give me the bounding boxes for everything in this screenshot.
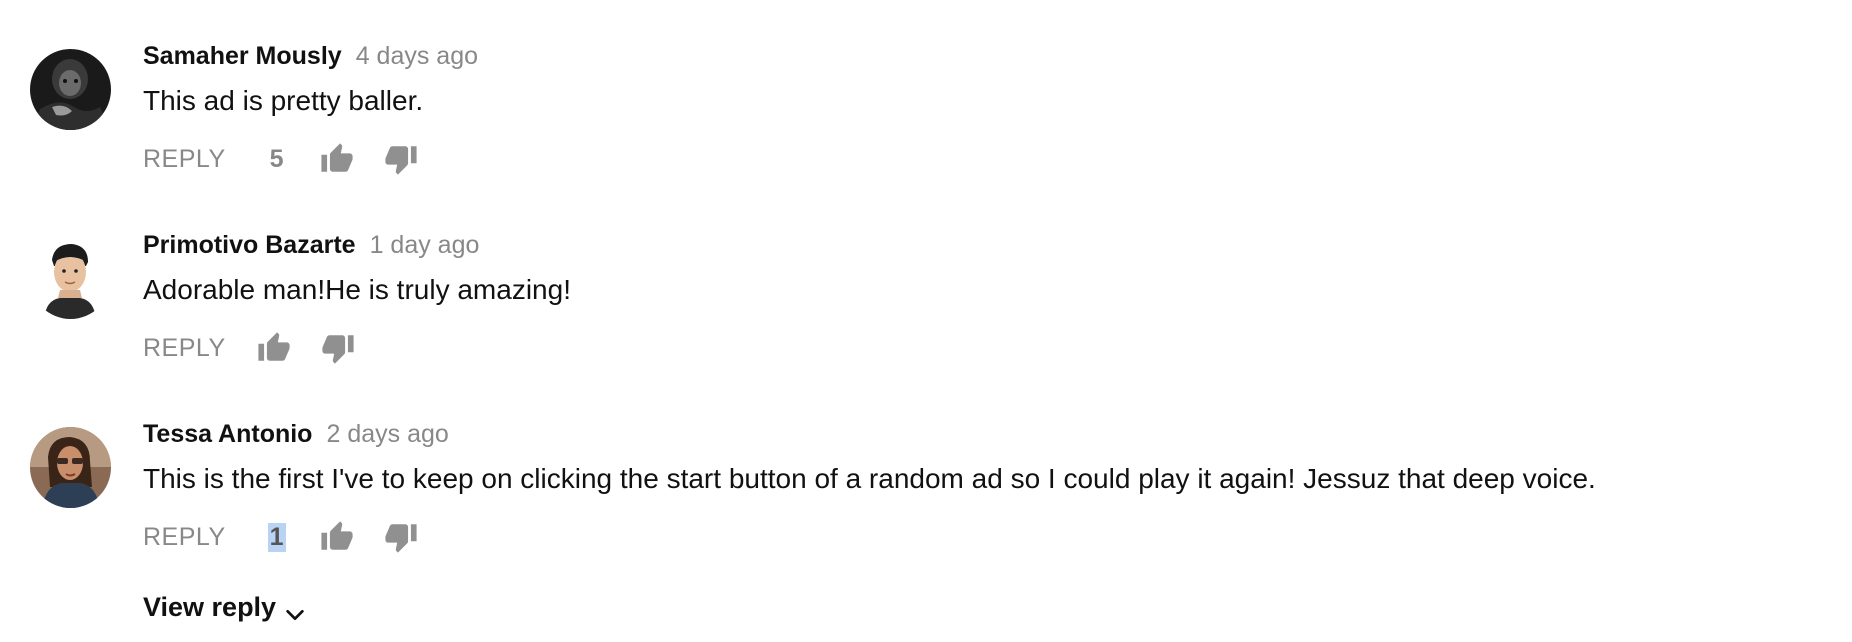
author-name[interactable]: Samaher Mously bbox=[143, 42, 342, 70]
reply-button[interactable]: REPLY bbox=[143, 334, 226, 363]
comment-timestamp[interactable]: 2 days ago bbox=[326, 420, 448, 448]
comment-timestamp[interactable]: 4 days ago bbox=[356, 42, 478, 70]
comment: Primotivo Bazarte 1 day ago Adorable man!… bbox=[0, 226, 1852, 396]
avatar[interactable] bbox=[30, 238, 111, 319]
comment-text: Adorable man!He is truly amazing! bbox=[143, 274, 571, 305]
avatar[interactable] bbox=[30, 49, 111, 130]
thumbs-down-icon[interactable] bbox=[384, 142, 418, 176]
avatar-woman-portrait-icon bbox=[30, 427, 111, 508]
comment-actions: REPLY bbox=[143, 329, 355, 367]
author-name[interactable]: Primotivo Bazarte bbox=[143, 231, 356, 259]
comment-timestamp[interactable]: 1 day ago bbox=[370, 231, 480, 259]
avatar-dark-portrait-icon bbox=[30, 49, 111, 130]
thumbs-down-icon[interactable] bbox=[321, 331, 355, 365]
comment-actions: REPLY 1 bbox=[143, 518, 418, 556]
like-count: 1 bbox=[267, 522, 286, 552]
comment: Samaher Mously 4 days ago This ad is pret… bbox=[0, 37, 1852, 207]
like-count: 5 bbox=[269, 144, 284, 173]
thumbs-up-icon[interactable] bbox=[320, 520, 354, 554]
thumbs-up-icon[interactable] bbox=[257, 331, 291, 365]
view-replies-label: View reply bbox=[143, 592, 277, 622]
chevron-down-icon bbox=[284, 598, 306, 620]
avatar-man-portrait-icon bbox=[30, 238, 111, 319]
author-name[interactable]: Tessa Antonio bbox=[143, 420, 312, 448]
comment-header: Tessa Antonio 2 days ago bbox=[143, 415, 449, 453]
thumbs-up-icon[interactable] bbox=[320, 142, 354, 176]
comment-text: This is the first I've to keep on clicki… bbox=[143, 463, 1596, 494]
comment-header: Primotivo Bazarte 1 day ago bbox=[143, 226, 479, 264]
thumbs-down-icon[interactable] bbox=[384, 520, 418, 554]
comment-header: Samaher Mously 4 days ago bbox=[143, 37, 478, 75]
reply-button[interactable]: REPLY bbox=[143, 145, 226, 174]
comment: Tessa Antonio 2 days ago This is the firs… bbox=[0, 415, 1852, 585]
comment-actions: REPLY 5 bbox=[143, 140, 418, 178]
comment-text: This ad is pretty baller. bbox=[143, 85, 424, 116]
avatar[interactable] bbox=[30, 427, 111, 508]
view-replies-button[interactable]: View reply bbox=[143, 588, 306, 626]
reply-button[interactable]: REPLY bbox=[143, 523, 226, 552]
